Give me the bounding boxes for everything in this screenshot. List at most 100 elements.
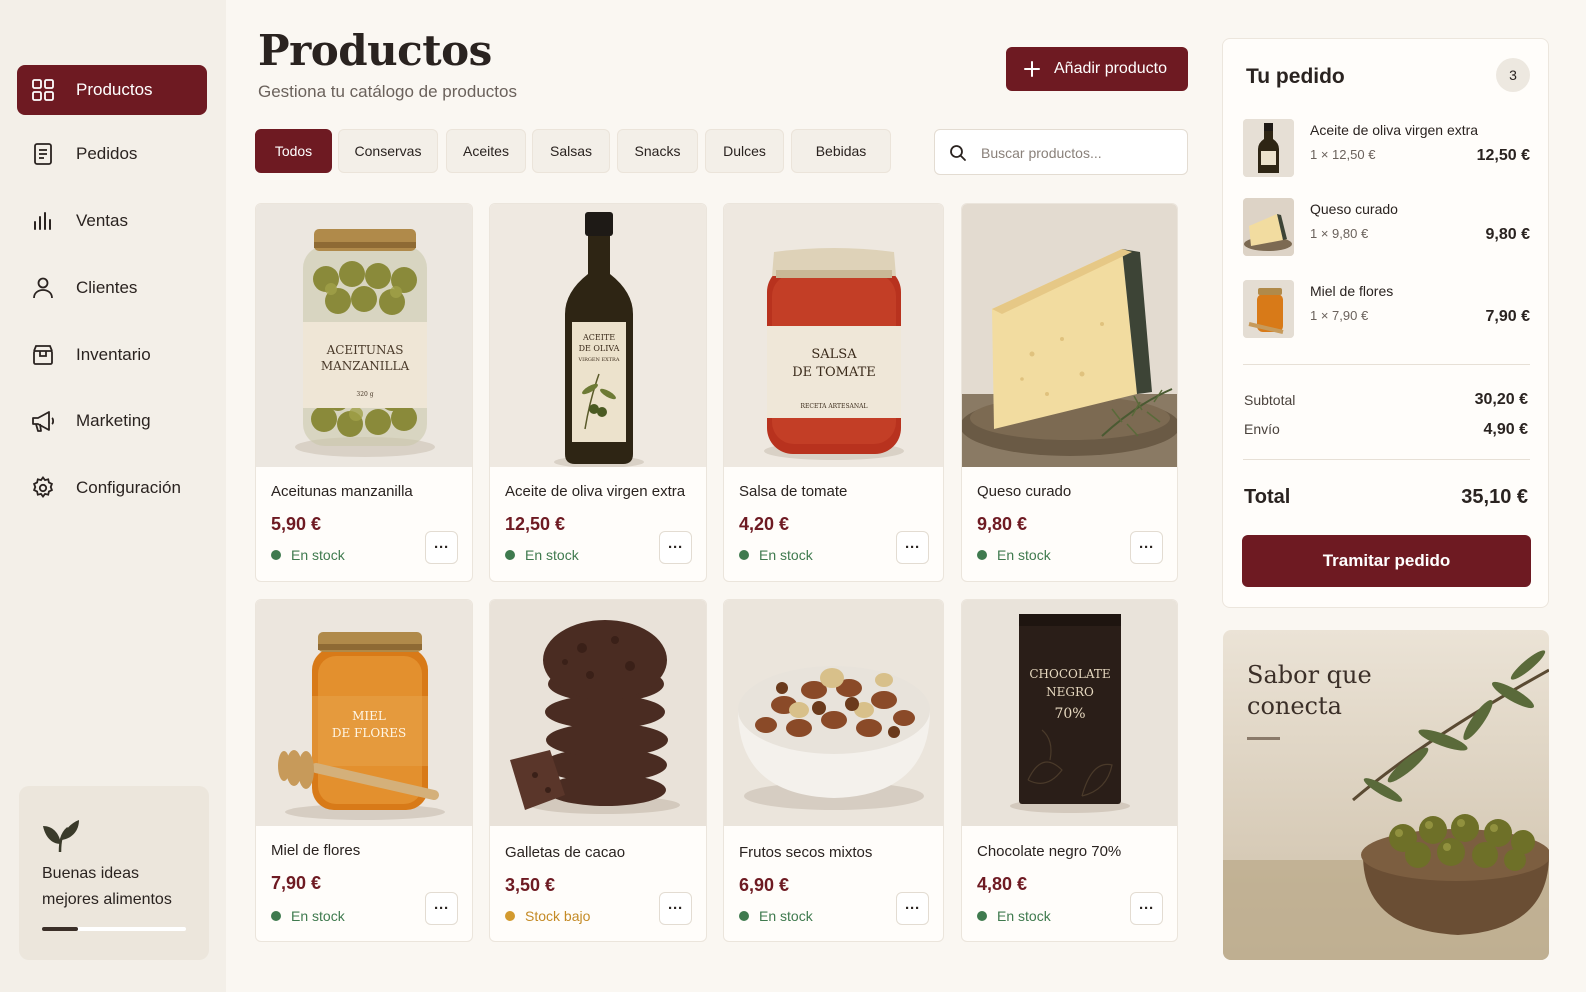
promo-card: Buenas ideas mejores alimentos bbox=[19, 786, 209, 960]
order-item[interactable]: Miel de flores 1 × 7,90 € 7,90 € bbox=[1243, 280, 1530, 338]
stock-status: En stock bbox=[977, 547, 1051, 563]
stock-label: Stock bajo bbox=[525, 908, 591, 924]
promo-line-2: mejores alimentos bbox=[42, 891, 172, 908]
product-card-aceitunas[interactable]: ACEITUNAS MANZANILLA 320 g Aceitunas man… bbox=[255, 203, 473, 582]
stock-label: En stock bbox=[759, 908, 813, 924]
more-options-button[interactable]: ··· bbox=[659, 892, 692, 925]
product-price: 4,80 € bbox=[977, 874, 1028, 894]
checkout-button[interactable]: Tramitar pedido bbox=[1242, 535, 1531, 587]
more-options-button[interactable]: ··· bbox=[425, 892, 458, 925]
filter-snacks[interactable]: Snacks bbox=[617, 129, 698, 173]
box-icon bbox=[33, 345, 53, 365]
product-image-tomato-jar: SALSA DE TOMATE RECETA ARTESANAL bbox=[724, 204, 943, 467]
order-item-qty: 1 × 9,80 € bbox=[1310, 226, 1369, 241]
product-image-cheese bbox=[962, 204, 1177, 467]
product-card-galletas[interactable]: Galletas de cacao 3,50 € Stock bajo ··· bbox=[489, 599, 707, 942]
order-item-name: Aceite de oliva virgen extra bbox=[1310, 122, 1479, 138]
filter-conservas[interactable]: Conservas bbox=[338, 129, 438, 173]
product-name: Chocolate negro 70% bbox=[977, 843, 1122, 860]
sidebar-item-ventas[interactable]: Ventas bbox=[17, 196, 207, 246]
sidebar-item-label: Inventario bbox=[76, 345, 151, 364]
stock-status: En stock bbox=[977, 908, 1051, 924]
search-input[interactable] bbox=[981, 142, 1176, 164]
sidebar-item-clientes[interactable]: Clientes bbox=[17, 263, 207, 313]
promo-progress-fill bbox=[42, 927, 78, 931]
stock-label: En stock bbox=[759, 547, 813, 563]
filter-bebidas[interactable]: Bebidas bbox=[791, 129, 891, 173]
leaf-icon bbox=[43, 820, 79, 853]
divider bbox=[1243, 364, 1530, 365]
sidebar-item-pedidos[interactable]: Pedidos bbox=[17, 129, 207, 179]
product-price: 4,20 € bbox=[739, 514, 790, 534]
product-card-frutos-secos[interactable]: Frutos secos mixtos 6,90 € En stock ··· bbox=[723, 599, 944, 942]
bottle-label-line-1: ACEITE bbox=[582, 333, 615, 342]
more-options-button[interactable]: ··· bbox=[1130, 531, 1163, 564]
stock-status: En stock bbox=[505, 547, 579, 563]
sidebar: Productos Pedidos Ventas Clientes Invent… bbox=[0, 0, 226, 992]
sidebar-item-productos[interactable]: Productos bbox=[17, 65, 207, 115]
main-content: Productos Gestiona tu catálogo de produc… bbox=[226, 0, 1218, 992]
stock-dot bbox=[977, 911, 987, 921]
more-options-button[interactable]: ··· bbox=[896, 892, 929, 925]
sidebar-item-marketing[interactable]: Marketing bbox=[17, 396, 207, 446]
filter-aceites[interactable]: Aceites bbox=[446, 129, 526, 173]
order-item-thumbnail bbox=[1243, 280, 1294, 338]
product-card-salsa[interactable]: SALSA DE TOMATE RECETA ARTESANAL Salsa d… bbox=[723, 203, 944, 582]
product-price: 3,50 € bbox=[505, 875, 556, 895]
product-price: 9,80 € bbox=[977, 514, 1028, 534]
product-card-chocolate[interactable]: CHOCOLATE NEGRO 70% Chocolate negro 70% … bbox=[961, 599, 1178, 942]
promo-progress-track bbox=[42, 927, 186, 931]
product-price: 5,90 € bbox=[271, 514, 322, 534]
order-item[interactable]: Aceite de oliva virgen extra 1 × 12,50 €… bbox=[1243, 119, 1530, 177]
product-card-miel[interactable]: MIEL DE FLORES Miel de flores 7,90 € En … bbox=[255, 599, 473, 942]
stock-status: En stock bbox=[739, 908, 813, 924]
product-image-chocolate-bar: CHOCOLATE NEGRO 70% bbox=[962, 600, 1177, 826]
gear-icon bbox=[32, 476, 54, 498]
more-options-button[interactable]: ··· bbox=[659, 531, 692, 564]
divider bbox=[1243, 459, 1530, 460]
sidebar-item-inventario[interactable]: Inventario bbox=[17, 330, 207, 380]
stock-status: En stock bbox=[271, 908, 345, 924]
product-name: Salsa de tomate bbox=[739, 483, 848, 500]
jar-label-weight: 320 g bbox=[356, 391, 373, 398]
stock-status: En stock bbox=[739, 547, 813, 563]
bottle-label-line-3: VIRGEN EXTRA bbox=[578, 357, 620, 363]
shipping-value: 4,90 € bbox=[1483, 421, 1528, 438]
product-card-queso[interactable]: Queso curado 9,80 € En stock ··· bbox=[961, 203, 1178, 582]
product-price: 7,90 € bbox=[271, 873, 322, 893]
filter-salsas[interactable]: Salsas bbox=[532, 129, 610, 173]
sidebar-item-label: Ventas bbox=[76, 211, 128, 230]
jar-label-line-2: DE TOMATE bbox=[792, 365, 876, 380]
more-options-button[interactable]: ··· bbox=[425, 531, 458, 564]
promo-line-1: Buenas ideas bbox=[42, 865, 139, 882]
page-title: Productos bbox=[258, 26, 492, 75]
product-name: Aceitunas manzanilla bbox=[271, 483, 413, 500]
order-panel: Tu pedido 3 Aceite de oliva virgen extra… bbox=[1222, 38, 1549, 608]
more-options-button[interactable]: ··· bbox=[1130, 892, 1163, 925]
sidebar-item-label: Marketing bbox=[76, 411, 151, 430]
product-image-nuts-bowl bbox=[724, 600, 943, 826]
add-product-button[interactable]: Añadir producto bbox=[1006, 47, 1188, 91]
product-name: Miel de flores bbox=[271, 842, 361, 859]
sidebar-item-label: Pedidos bbox=[76, 144, 138, 163]
add-product-label: Añadir producto bbox=[1054, 60, 1167, 77]
filter-todos[interactable]: Todos bbox=[255, 129, 332, 173]
banner-title-line-1: Sabor que bbox=[1247, 661, 1372, 689]
product-image-honey-jar: MIEL DE FLORES bbox=[256, 600, 472, 826]
filter-dulces[interactable]: Dulces bbox=[705, 129, 784, 173]
order-item[interactable]: Queso curado 1 × 9,80 € 9,80 € bbox=[1243, 198, 1530, 256]
stock-dot bbox=[505, 550, 515, 560]
jar-label-line-3: RECETA ARTESANAL bbox=[801, 403, 868, 410]
stock-status: Stock bajo bbox=[505, 908, 590, 924]
more-options-button[interactable]: ··· bbox=[896, 531, 929, 564]
stock-dot bbox=[271, 550, 281, 560]
product-name: Aceite de oliva virgen extra bbox=[505, 483, 686, 500]
sidebar-item-configuracion[interactable]: Configuración bbox=[17, 463, 207, 513]
product-image-oil-bottle: ACEITE DE OLIVA VIRGEN EXTRA bbox=[490, 204, 706, 467]
jar-label-line-1: MIEL bbox=[352, 709, 386, 723]
order-item-qty: 1 × 12,50 € bbox=[1310, 147, 1376, 162]
product-card-aceite[interactable]: ACEITE DE OLIVA VIRGEN EXTRA Aceite de o… bbox=[489, 203, 707, 582]
sidebar-item-label: Clientes bbox=[76, 278, 138, 297]
product-price: 12,50 € bbox=[505, 514, 566, 534]
order-title: Tu pedido bbox=[1246, 65, 1345, 88]
